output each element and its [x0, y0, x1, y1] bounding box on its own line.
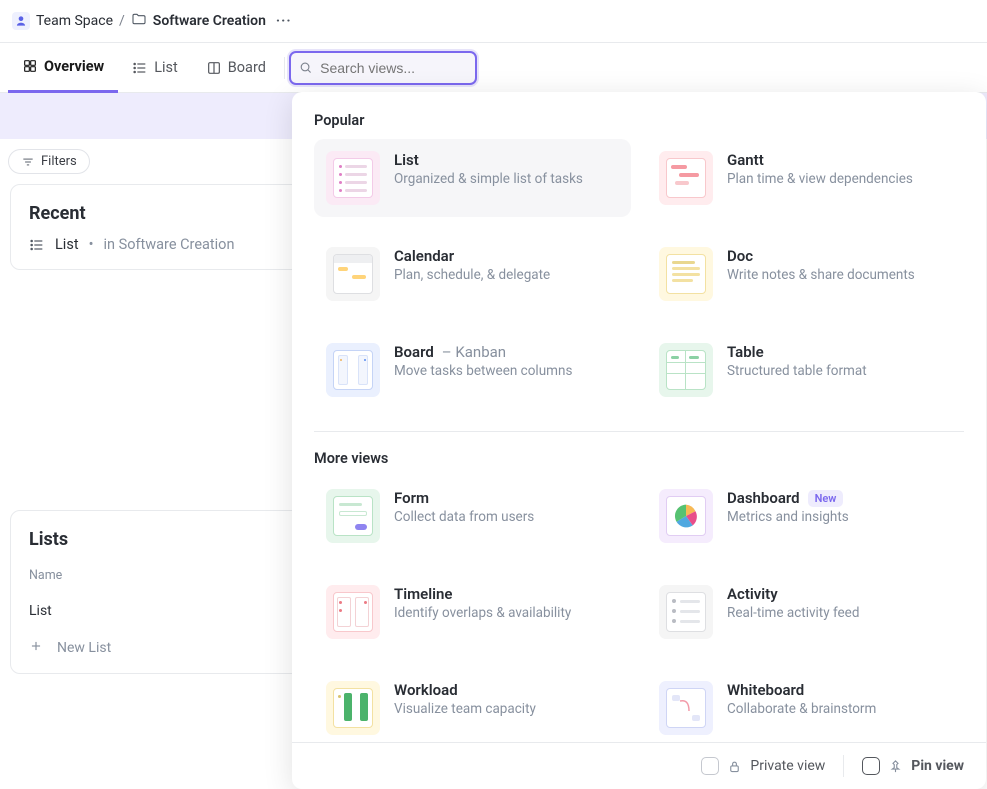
- tab-list-label: List: [154, 59, 178, 76]
- thumb-activity-icon: [659, 585, 713, 639]
- view-option-activity[interactable]: Activity Real-time activity feed: [647, 573, 964, 651]
- filters-label: Filters: [41, 154, 77, 169]
- view-option-timeline-title: Timeline: [394, 585, 452, 603]
- thumb-calendar-icon: [326, 247, 380, 301]
- dot-separator: •: [89, 236, 94, 253]
- section-popular-title: Popular: [314, 112, 964, 129]
- view-option-timeline[interactable]: Timeline Identify overlaps & availabilit…: [314, 573, 631, 651]
- view-option-board-title: Board: [394, 343, 434, 361]
- thumb-timeline-icon: [326, 585, 380, 639]
- view-option-timeline-sub: Identify overlaps & availability: [394, 605, 571, 621]
- more-icon[interactable]: ···: [272, 13, 296, 29]
- view-option-table-title: Table: [727, 343, 764, 361]
- breadcrumb-separator: /: [119, 13, 125, 29]
- private-view-label: Private view: [750, 758, 825, 774]
- thumb-list-icon: [326, 151, 380, 205]
- thumb-board-icon: [326, 343, 380, 397]
- pin-view-toggle[interactable]: Pin view: [862, 757, 964, 775]
- view-option-doc[interactable]: Doc Write notes & share documents: [647, 235, 964, 313]
- thumb-table-icon: [659, 343, 713, 397]
- view-option-dashboard-sub: Metrics and insights: [727, 509, 849, 525]
- view-option-workload-title: Workload: [394, 681, 458, 699]
- view-option-whiteboard-title: Whiteboard: [727, 681, 804, 699]
- views-dropdown-panel: Popular List Organized & simple list of …: [292, 92, 986, 789]
- view-option-form-title: Form: [394, 489, 429, 507]
- new-list-label: New List: [57, 640, 111, 656]
- view-option-gantt[interactable]: Gantt Plan time & view dependencies: [647, 139, 964, 217]
- pin-view-label: Pin view: [911, 758, 964, 774]
- recent-item-name: List: [55, 236, 79, 253]
- pin-icon: [888, 759, 903, 774]
- view-option-whiteboard-sub: Collaborate & brainstorm: [727, 701, 876, 717]
- thumb-whiteboard-icon: [659, 681, 713, 735]
- checkbox-icon: [862, 757, 880, 775]
- search-views-input[interactable]: [318, 59, 467, 77]
- view-option-gantt-title: Gantt: [727, 151, 764, 169]
- grid-icon: [22, 58, 38, 74]
- thumb-gantt-icon: [659, 151, 713, 205]
- folder-icon: [131, 11, 147, 31]
- view-option-gantt-sub: Plan time & view dependencies: [727, 171, 913, 187]
- list-icon: [29, 237, 45, 253]
- view-option-workload[interactable]: Workload Visualize team capacity: [314, 669, 631, 742]
- search-icon: [299, 60, 312, 75]
- view-option-workload-sub: Visualize team capacity: [394, 701, 536, 717]
- thumb-workload-icon: [326, 681, 380, 735]
- view-option-form-sub: Collect data from users: [394, 509, 534, 525]
- tab-board-label: Board: [228, 59, 266, 76]
- view-option-table[interactable]: Table Structured table format: [647, 331, 964, 409]
- view-option-table-sub: Structured table format: [727, 363, 867, 379]
- checkbox-icon: [701, 757, 719, 775]
- search-views-input-wrap[interactable]: [289, 51, 477, 85]
- section-more-title: More views: [314, 450, 964, 467]
- tabs-row: Overview List Board: [0, 43, 987, 93]
- view-option-dashboard-title: Dashboard: [727, 489, 800, 507]
- tab-list[interactable]: List: [118, 43, 192, 93]
- view-option-doc-sub: Write notes & share documents: [727, 267, 915, 283]
- view-option-whiteboard[interactable]: Whiteboard Collaborate & brainstorm: [647, 669, 964, 742]
- view-option-list[interactable]: List Organized & simple list of tasks: [314, 139, 631, 217]
- private-view-toggle[interactable]: Private view: [701, 757, 825, 775]
- view-option-board-subtitle: Kanban: [455, 343, 506, 361]
- filter-icon: [21, 155, 35, 169]
- tab-overview-label: Overview: [44, 58, 104, 75]
- lock-icon: [727, 759, 742, 774]
- view-option-list-sub: Organized & simple list of tasks: [394, 171, 583, 187]
- view-option-doc-title: Doc: [727, 247, 753, 265]
- panel-footer: Private view Pin view: [292, 742, 986, 789]
- view-option-activity-title: Activity: [727, 585, 778, 603]
- thumb-dashboard-icon: [659, 489, 713, 543]
- view-option-form[interactable]: Form Collect data from users: [314, 477, 631, 555]
- view-option-calendar-sub: Plan, schedule, & delegate: [394, 267, 550, 283]
- thumb-doc-icon: [659, 247, 713, 301]
- plus-icon: [29, 639, 43, 657]
- view-option-activity-sub: Real-time activity feed: [727, 605, 859, 621]
- view-option-board[interactable]: Board – Kanban Move tasks between column…: [314, 331, 631, 409]
- view-option-board-sub: Move tasks between columns: [394, 363, 572, 379]
- board-icon: [206, 60, 222, 76]
- badge-new: New: [808, 490, 844, 507]
- filters-button[interactable]: Filters: [8, 149, 90, 174]
- breadcrumb-team[interactable]: Team Space: [36, 13, 113, 29]
- team-icon: [12, 12, 30, 30]
- breadcrumb-space[interactable]: Software Creation: [153, 13, 266, 29]
- view-option-list-title: List: [394, 151, 419, 169]
- view-option-calendar[interactable]: Calendar Plan, schedule, & delegate: [314, 235, 631, 313]
- tab-overview[interactable]: Overview: [8, 43, 118, 93]
- list-icon: [132, 60, 148, 76]
- recent-item-location: in Software Creation: [103, 236, 234, 253]
- tab-board[interactable]: Board: [192, 43, 280, 93]
- breadcrumb: Team Space / Software Creation ···: [0, 0, 987, 42]
- thumb-form-icon: [326, 489, 380, 543]
- view-option-calendar-title: Calendar: [394, 247, 454, 265]
- view-option-dashboard[interactable]: Dashboard New Metrics and insights: [647, 477, 964, 555]
